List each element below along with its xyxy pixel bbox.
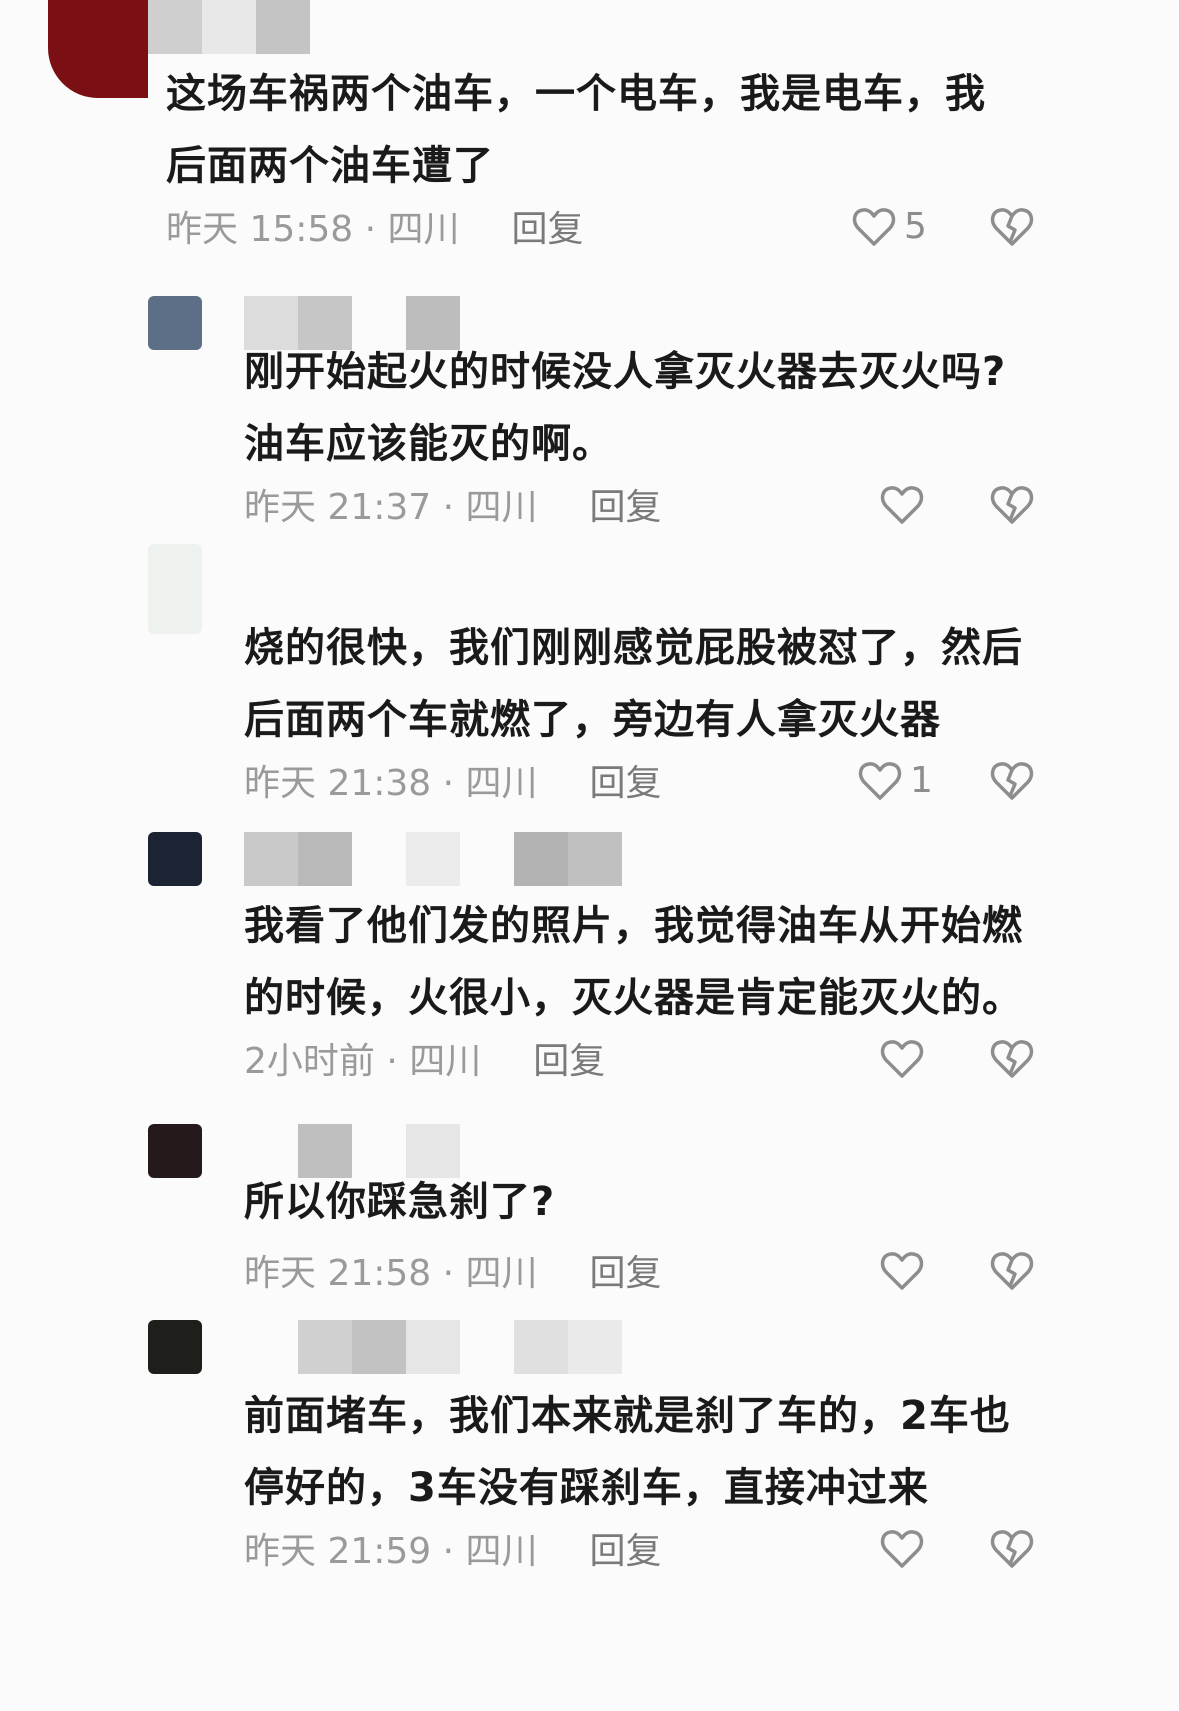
like-button[interactable] (878, 1240, 932, 1300)
like-button[interactable] (878, 1518, 932, 1578)
broken-heart-icon[interactable] (988, 1034, 1036, 1082)
heart-outline-icon (878, 1524, 926, 1572)
username-blurred[interactable] (148, 0, 310, 54)
avatar[interactable] (148, 544, 202, 634)
reply-button[interactable]: 回复 (590, 754, 662, 806)
comment-text: 我看了他们发的照片，我觉得油车从开始燃 的时候，火很小，灭火器是肯定能灭火的。 (244, 903, 1023, 1021)
timestamp-location: 2小时前 · 四川 (244, 1041, 482, 1082)
comment-meta: 2小时前 · 四川 回复 (244, 1034, 605, 1082)
like-button[interactable]: 5 (850, 196, 927, 256)
comment-text: 烧的很快，我们刚刚感觉屁股被怼了，然后 后面两个车就燃了，旁边有人拿灭火器 (244, 625, 1023, 743)
broken-heart-icon[interactable] (988, 1524, 1036, 1572)
reply-button[interactable]: 回复 (590, 1244, 662, 1296)
reply-button[interactable]: 回复 (590, 478, 662, 530)
timestamp-location: 昨天 21:38 · 四川 (244, 763, 538, 804)
comment-meta: 昨天 21:58 · 四川 回复 (244, 1246, 662, 1294)
reply-button[interactable]: 回复 (512, 200, 584, 252)
avatar[interactable] (148, 832, 202, 886)
like-count: 5 (904, 205, 927, 247)
broken-heart-icon[interactable] (988, 480, 1036, 528)
comment-meta: 昨天 15:58 · 四川 回复 (166, 202, 584, 250)
broken-heart-icon[interactable] (988, 1246, 1036, 1294)
like-button[interactable]: 1 (856, 750, 933, 810)
like-button[interactable] (878, 474, 932, 534)
heart-outline-icon (856, 756, 904, 804)
heart-outline-icon (878, 480, 926, 528)
comment-text: 这场车祸两个油车，一个电车，我是电车，我 后面两个油车遭了 (166, 71, 986, 189)
like-button[interactable] (878, 1028, 932, 1088)
avatar[interactable] (148, 296, 202, 350)
comment-meta: 昨天 21:37 · 四川 回复 (244, 480, 662, 528)
username-blurred[interactable] (244, 832, 622, 886)
comment-meta: 昨天 21:38 · 四川 回复 (244, 756, 662, 804)
comment-text: 前面堵车，我们本来就是刹了车的，2车也 停好的，3车没有踩刹车，直接冲过来 (244, 1393, 1011, 1511)
timestamp-location: 昨天 15:58 · 四川 (166, 209, 460, 250)
heart-outline-icon (850, 202, 898, 250)
reply-button[interactable]: 回复 (590, 1522, 662, 1574)
broken-heart-icon[interactable] (988, 756, 1036, 804)
broken-heart-icon[interactable] (988, 202, 1036, 250)
reply-button[interactable]: 回复 (533, 1032, 605, 1084)
avatar[interactable] (148, 1124, 202, 1178)
comment-text: 刚开始起火的时候没人拿灭火器去灭火吗? 油车应该能灭的啊。 (244, 349, 1007, 467)
timestamp-location: 昨天 21:58 · 四川 (244, 1253, 538, 1294)
comment-meta: 昨天 21:59 · 四川 回复 (244, 1524, 662, 1572)
timestamp-location: 昨天 21:37 · 四川 (244, 487, 538, 528)
like-count: 1 (910, 759, 933, 801)
username-blurred[interactable] (244, 1320, 622, 1374)
timestamp-location: 昨天 21:59 · 四川 (244, 1531, 538, 1572)
heart-outline-icon (878, 1034, 926, 1082)
comment-text: 所以你踩急刹了? (244, 1179, 556, 1225)
avatar[interactable] (48, 0, 148, 98)
avatar[interactable] (148, 1320, 202, 1374)
heart-outline-icon (878, 1246, 926, 1294)
